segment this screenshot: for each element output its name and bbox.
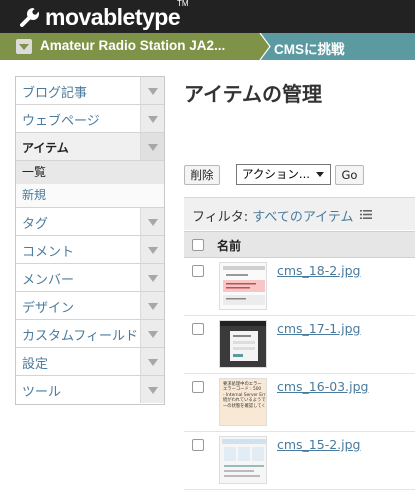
filter-label: フィルタ: すべてのアイテム — [192, 206, 354, 225]
breadcrumb: Amateur Radio Station JA2... CMSに挑戦 — [0, 33, 415, 60]
submenu-item-new[interactable]: 新規 — [16, 184, 164, 207]
row-checkbox[interactable] — [192, 439, 204, 451]
filter-select-link[interactable]: すべてのアイテム — [252, 210, 353, 225]
breadcrumb-site[interactable]: Amateur Radio Station JA2... — [0, 33, 260, 60]
asset-thumbnail[interactable] — [219, 436, 267, 484]
row-checkbox[interactable] — [192, 265, 204, 277]
sidebar-item-label: タグ — [22, 217, 49, 232]
sidebar-item-label: デザイン — [22, 301, 75, 316]
asset-thumbnail[interactable] — [219, 262, 267, 310]
asset-file-link[interactable]: cms_18-2.jpg — [277, 263, 361, 278]
sidebar-item-entries[interactable]: ブログ記事 — [16, 77, 164, 105]
sidebar-item-label: コメント — [22, 245, 75, 260]
asset-thumbnail[interactable]: 要求処理中のエラー エラーコード : 500 - Internal Server… — [219, 378, 267, 426]
movabletype-logo[interactable]: movabletype — [18, 4, 181, 30]
logo-trademark: TM — [177, 0, 189, 8]
chevron-down-icon[interactable] — [140, 320, 164, 347]
sidebar-item-label: ツール — [22, 385, 62, 400]
action-select[interactable]: アクション... — [236, 164, 331, 185]
thumbnail-text-line: 一の状態を確認してくだ — [223, 403, 266, 409]
chevron-down-icon[interactable] — [140, 105, 164, 132]
asset-file-link[interactable]: cms_15-2.jpg — [277, 437, 361, 452]
blog-name[interactable]: CMSに挑戦 — [274, 38, 345, 58]
breadcrumb-separator-icon — [258, 33, 271, 60]
chevron-down-icon[interactable] — [140, 376, 164, 403]
table-row: cms_17-1.jpg — [184, 316, 415, 374]
sidebar-item-pages[interactable]: ウェブページ — [16, 105, 164, 133]
filter-label-text: フィルタ: — [192, 210, 249, 225]
sidebar-item-label: アイテム — [22, 141, 69, 155]
top-bar: movabletype TM — [0, 0, 415, 33]
sidebar-item-custom-fields[interactable]: カスタムフィールド — [16, 320, 164, 348]
logo-text: movabletype — [45, 4, 181, 30]
table-row: 要求処理中のエラー エラーコード : 500 - Internal Server… — [184, 374, 415, 432]
row-checkbox[interactable] — [192, 323, 204, 335]
sidebar-item-tools[interactable]: ツール — [16, 376, 164, 404]
chevron-down-icon[interactable] — [140, 292, 164, 319]
sidebar-item-assets[interactable]: アイテム — [16, 133, 164, 161]
sidebar-item-design[interactable]: デザイン — [16, 292, 164, 320]
asset-file-link[interactable]: cms_17-1.jpg — [277, 321, 361, 336]
go-button[interactable]: Go — [335, 165, 364, 185]
sidebar-item-comments[interactable]: コメント — [16, 236, 164, 264]
thumbnail-text: 要求処理中のエラー エラーコード : 500 - Internal Server… — [220, 379, 266, 409]
sidebar-item-tags[interactable]: タグ — [16, 208, 164, 236]
page-title: アイテムの管理 — [184, 82, 322, 106]
asset-thumbnail[interactable] — [219, 320, 267, 368]
table-row: cms_15-2.jpg — [184, 432, 415, 490]
filter-bar: フィルタ: すべてのアイテム — [184, 197, 415, 230]
chevron-down-icon[interactable] — [140, 264, 164, 291]
wrench-logo-icon — [20, 5, 41, 27]
thumbnail-image — [220, 321, 266, 367]
sidebar-menu: ブログ記事 ウェブページ アイテム 一覧 新規 タグ コメント メンバー デザイ… — [15, 76, 165, 405]
sidebar-item-label: ブログ記事 — [22, 86, 88, 101]
submenu-item-list[interactable]: 一覧 — [16, 161, 164, 184]
sidebar-item-label: カスタムフィールド — [22, 329, 138, 344]
chevron-down-icon[interactable] — [140, 133, 164, 160]
chevron-down-icon[interactable] — [140, 77, 164, 104]
thumbnail-image — [220, 437, 266, 483]
chevron-down-icon[interactable] — [16, 39, 32, 54]
table-header: 名前 — [184, 231, 415, 258]
sidebar-item-settings[interactable]: 設定 — [16, 348, 164, 376]
chevron-down-icon[interactable] — [140, 208, 164, 235]
sidebar-item-label: ウェブページ — [22, 114, 100, 129]
table-row: cms_18-2.jpg — [184, 258, 415, 316]
sidebar-item-label: 設定 — [22, 357, 49, 372]
column-header-name[interactable]: 名前 — [217, 237, 241, 254]
action-select-value: アクション... — [242, 167, 310, 181]
delete-button[interactable]: 削除 — [184, 165, 220, 185]
assets-submenu: 一覧 新規 — [16, 161, 164, 208]
chevron-down-icon[interactable] — [140, 236, 164, 263]
chevron-down-icon — [316, 172, 324, 177]
thumbnail-text-line: 続がわれているようで — [223, 398, 266, 404]
sidebar-item-members[interactable]: メンバー — [16, 264, 164, 292]
chevron-down-icon[interactable] — [140, 348, 164, 375]
select-all-checkbox[interactable] — [192, 239, 204, 251]
list-icon[interactable] — [360, 210, 372, 219]
thumbnail-image — [220, 263, 266, 309]
site-name[interactable]: Amateur Radio Station JA2... — [40, 38, 225, 53]
sidebar-item-label: メンバー — [22, 273, 75, 288]
row-checkbox[interactable] — [192, 381, 204, 393]
asset-file-link[interactable]: cms_16-03.jpg — [277, 379, 368, 394]
